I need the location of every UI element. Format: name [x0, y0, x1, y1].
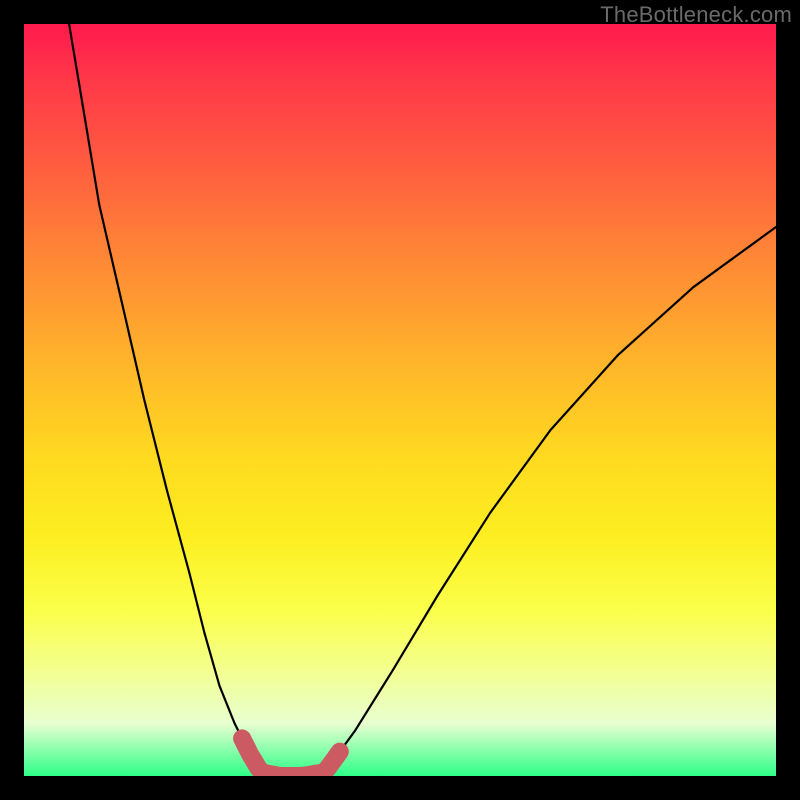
bottleneck-curve	[69, 24, 776, 776]
chart-frame	[24, 24, 776, 776]
highlight-marker-line	[242, 738, 340, 776]
watermark-text: TheBottleneck.com	[600, 2, 792, 28]
bottleneck-curve-plot	[24, 24, 776, 776]
highlight-marker-dot	[235, 731, 249, 745]
